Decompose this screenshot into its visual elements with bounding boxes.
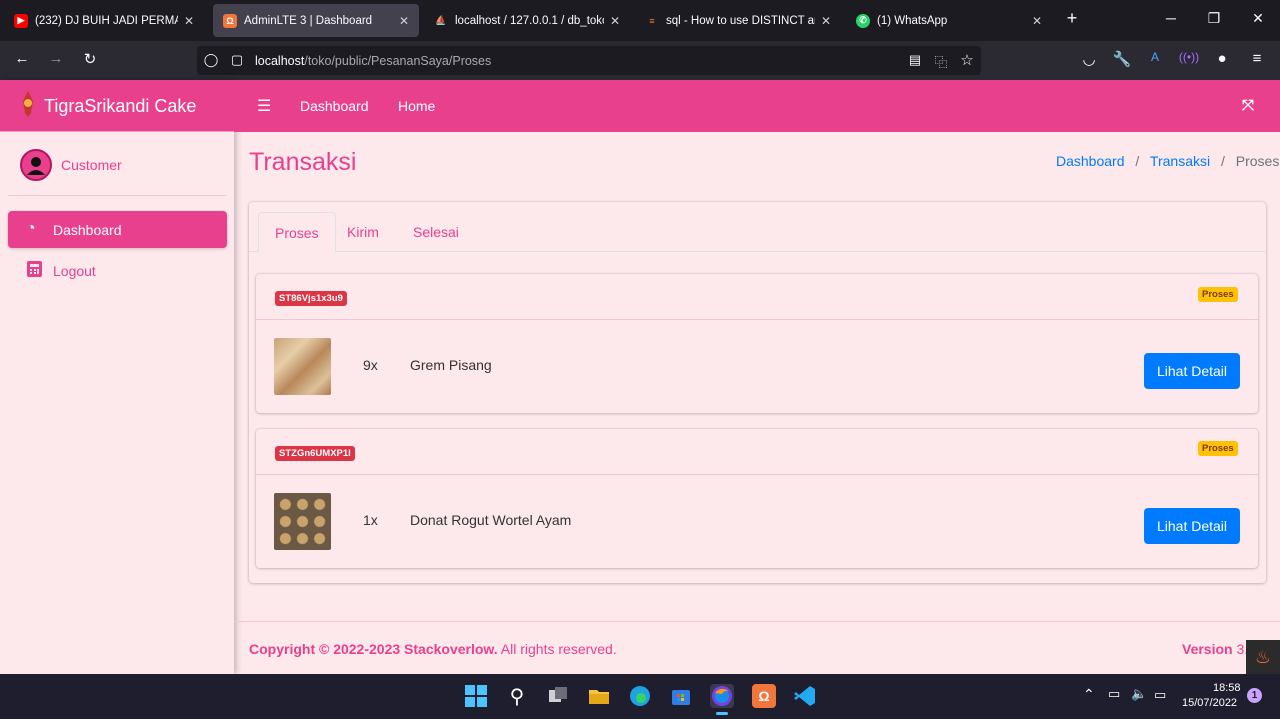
fullscreen-expand-icon[interactable]: ⤧	[1242, 97, 1254, 114]
top-navbar	[234, 80, 1280, 132]
footer-version: Version 3.	[1182, 641, 1248, 657]
breadcrumb-separator: /	[1135, 153, 1140, 169]
status-badge: Proses	[1198, 441, 1238, 456]
window-close-icon[interactable]: ✕	[1248, 10, 1268, 27]
clock-date[interactable]: 15/07/2022	[1182, 697, 1237, 709]
browser-tab-whatsapp[interactable]: ✆ (1) WhatsApp ✕	[846, 4, 1052, 37]
avatar	[20, 149, 52, 181]
hamburger-menu-icon[interactable]: ☰	[257, 96, 271, 116]
order-card-divider	[256, 319, 1258, 320]
file-explorer-icon[interactable]	[587, 684, 611, 708]
search-icon[interactable]: ⚲	[505, 684, 529, 708]
close-icon[interactable]: ✕	[184, 14, 194, 28]
nav-link-home[interactable]: Home	[398, 98, 435, 114]
xampp-icon[interactable]: Ω	[752, 684, 776, 708]
url-text[interactable]: localhost/toko/public/PesananSaya/Proses	[255, 54, 491, 68]
youtube-icon: ▶	[14, 13, 28, 28]
copyright-text[interactable]: Copyright © 2022-2023 Stackoverlow.	[249, 641, 498, 657]
whatsapp-icon: ✆	[856, 13, 870, 28]
microsoft-store-icon[interactable]	[669, 684, 693, 708]
product-image	[274, 493, 331, 550]
tab-kirim[interactable]: Kirim	[331, 212, 395, 252]
user-name[interactable]: Customer	[61, 157, 122, 173]
view-detail-button[interactable]: Lihat Detail	[1144, 353, 1240, 389]
pocket-icon[interactable]: ◡	[1078, 50, 1100, 68]
chevron-up-icon[interactable]: ⌃	[1083, 686, 1095, 703]
edge-browser-icon[interactable]	[628, 684, 652, 708]
order-card	[256, 274, 1258, 413]
sidebar-item-label: Logout	[53, 263, 96, 279]
order-code-badge: ST86Vjs1x3u9	[275, 291, 347, 306]
sidebar-item-label: Dashboard	[53, 222, 122, 238]
footer-divider	[234, 621, 1280, 622]
task-view-icon[interactable]	[546, 684, 570, 708]
tab-selesai[interactable]: Selesai	[397, 212, 475, 252]
restore-icon[interactable]: ❐	[1204, 10, 1224, 27]
firefox-icon[interactable]	[710, 684, 734, 708]
nav-link-dashboard[interactable]: Dashboard	[300, 98, 369, 114]
order-card	[256, 429, 1258, 568]
version-label: Version	[1182, 641, 1233, 657]
new-tab-button[interactable]: +	[1062, 8, 1082, 29]
notification-badge[interactable]: 1	[1247, 688, 1262, 703]
clock-time[interactable]: 18:58	[1213, 682, 1241, 694]
brand-name[interactable]: TigraSrikandi Cake	[44, 96, 196, 117]
tachometer-icon: ◔	[26, 220, 36, 237]
order-card-divider	[256, 474, 1258, 475]
product-image	[274, 338, 331, 395]
calculator-icon	[27, 261, 42, 277]
product-name: Grem Pisang	[410, 357, 492, 373]
browser-tab-stackoverflow[interactable]: ≡ sql - How to use DISTINCT and C ✕	[635, 4, 841, 37]
browser-tab-youtube[interactable]: ▶ (232) DJ BUIH JADI PERMADANI ✕	[4, 4, 204, 37]
shield-icon[interactable]: ◯	[200, 52, 222, 68]
reader-view-icon[interactable]: ▤	[904, 52, 926, 68]
reload-icon[interactable]: ↻	[79, 50, 101, 68]
product-name: Donat Rogut Wortel Ayam	[410, 512, 572, 528]
rights-text: All rights reserved.	[500, 641, 617, 657]
breadcrumb: Dashboard / Transaksi / Proses	[1056, 153, 1279, 169]
sidebar-divider	[8, 195, 227, 196]
back-arrow-icon[interactable]: ←	[11, 50, 33, 67]
tab-proses[interactable]: Proses	[258, 212, 336, 252]
footer-copyright: Copyright © 2022-2023 Stackoverlow. All …	[249, 641, 617, 657]
page-icon: ▢	[230, 52, 244, 67]
brand-logo-icon	[19, 89, 37, 119]
active-app-indicator	[716, 712, 728, 715]
battery-icon[interactable]: ▭	[1154, 687, 1166, 703]
close-icon[interactable]: ✕	[399, 14, 409, 28]
breadcrumb-separator: /	[1220, 153, 1225, 169]
minimize-icon[interactable]: ─	[1161, 10, 1181, 26]
translate-icon[interactable]: ⿻	[930, 52, 952, 71]
wrench-icon[interactable]: 🔧	[1111, 50, 1133, 68]
menu-hamburger-icon[interactable]: ≡	[1246, 50, 1268, 67]
phpmyadmin-icon: ⛵	[435, 15, 447, 25]
extension-icon[interactable]: ((•))	[1178, 50, 1200, 64]
close-icon[interactable]: ✕	[610, 14, 620, 28]
codeigniter-flame-icon[interactable]: ♨	[1246, 640, 1280, 674]
breadcrumb-current: Proses	[1235, 153, 1280, 169]
breadcrumb-link-dashboard[interactable]: Dashboard	[1056, 153, 1125, 169]
view-detail-button[interactable]: Lihat Detail	[1144, 508, 1240, 544]
breadcrumb-link-transaksi[interactable]: Transaksi	[1150, 153, 1210, 169]
adminlte-icon: Ω	[223, 13, 237, 28]
order-code-badge: STZGn6UMXP1l	[275, 446, 355, 461]
network-icon[interactable]: ▭	[1108, 686, 1120, 702]
globe-icon[interactable]: ●	[1211, 50, 1233, 67]
order-quantity: 1x	[363, 512, 378, 528]
windows-start-icon[interactable]	[464, 684, 488, 708]
stackoverflow-icon: ≡	[649, 15, 655, 26]
close-icon[interactable]: ✕	[821, 14, 831, 28]
browser-tab-adminlte[interactable]: Ω AdminLTE 3 | Dashboard ✕	[213, 4, 419, 37]
forward-arrow-icon[interactable]: →	[45, 50, 67, 67]
volume-icon[interactable]: 🔈	[1131, 686, 1147, 702]
bookmark-star-icon[interactable]: ☆	[956, 51, 978, 69]
vscode-icon[interactable]	[793, 684, 817, 708]
translate-extension-icon[interactable]: A	[1144, 50, 1166, 64]
page-title: Transaksi	[249, 148, 357, 176]
order-quantity: 9x	[363, 357, 378, 373]
status-badge: Proses	[1198, 287, 1238, 302]
close-icon[interactable]: ✕	[1032, 14, 1042, 28]
browser-tab-phpmyadmin[interactable]: ⛵ localhost / 127.0.0.1 / db_toko / ✕	[424, 4, 630, 37]
